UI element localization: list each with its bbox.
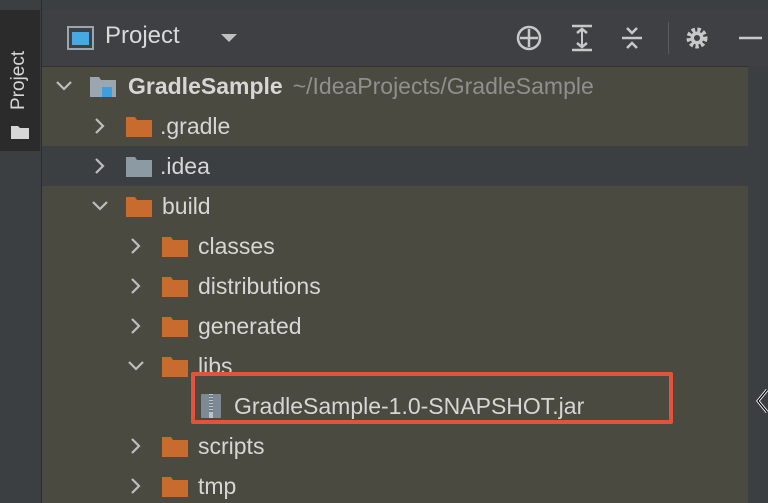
folder-icon <box>162 437 188 457</box>
tree-row-tmp[interactable]: tmp <box>42 466 748 503</box>
settings-button[interactable] <box>682 23 712 53</box>
tree-item-label: .idea <box>160 153 210 179</box>
highlight-annotation <box>191 372 673 424</box>
view-selector[interactable]: Project <box>105 22 180 50</box>
chevron-down-icon[interactable] <box>54 76 74 96</box>
folder-icon <box>11 126 29 139</box>
chevron-down-icon[interactable] <box>126 356 146 376</box>
tree-row-classes[interactable]: classes <box>42 226 748 266</box>
folder-icon <box>162 277 188 297</box>
chevron-right-icon[interactable] <box>90 156 110 176</box>
root-label: GradleSample <box>128 73 283 99</box>
folder-icon <box>162 477 188 497</box>
project-tool-label: Project <box>8 50 29 110</box>
chevron-right-icon[interactable] <box>126 316 146 336</box>
chevron-right-icon[interactable] <box>126 236 146 256</box>
hide-button[interactable] <box>734 23 764 53</box>
tool-window-stripe: Project <box>0 0 42 503</box>
tree-item-label: .gradle <box>160 113 231 139</box>
chevron-down-icon[interactable] <box>220 32 238 44</box>
tree-row-gradle[interactable]: .gradle <box>42 106 748 146</box>
tree-item-label: generated <box>198 313 302 339</box>
folder-icon <box>162 237 188 257</box>
folder-icon <box>126 157 152 177</box>
tree-row-build[interactable]: build <box>42 186 748 226</box>
tree-row-scripts[interactable]: scripts <box>42 426 748 466</box>
chevron-right-icon[interactable] <box>126 276 146 296</box>
expand-all-button[interactable] <box>567 23 597 53</box>
tree-row-generated[interactable]: generated <box>42 306 748 346</box>
chevron-right-icon[interactable] <box>90 116 110 136</box>
project-view-icon <box>67 26 94 50</box>
folder-icon <box>126 117 152 137</box>
vertical-scrollbar[interactable] <box>748 66 768 503</box>
toolbar-divider <box>668 22 669 54</box>
folder-icon <box>126 197 152 217</box>
module-folder-icon <box>90 77 116 97</box>
tree-item-label: scripts <box>198 433 265 459</box>
tree-row-root[interactable]: GradleSample ~/IdeaProjects/GradleSample <box>42 66 748 106</box>
chevron-right-icon[interactable] <box>126 436 146 456</box>
chevron-down-icon[interactable] <box>90 196 110 216</box>
tree-item-label: classes <box>198 233 275 259</box>
project-panel: Project GradleSample ~/IdeaProjects/Grad… <box>42 0 768 503</box>
folder-icon <box>162 317 188 337</box>
tree-row-idea[interactable]: .idea <box>42 146 748 186</box>
tree-row-distributions[interactable]: distributions <box>42 266 748 306</box>
expand-all-icon <box>572 24 592 52</box>
chevron-right-icon[interactable] <box>126 476 146 496</box>
tree-item-label: distributions <box>198 273 321 299</box>
folder-icon <box>162 357 188 377</box>
root-path: ~/IdeaProjects/GradleSample <box>292 73 594 99</box>
ide-window: Project Project GradleSample ~/IdeaProje… <box>0 0 768 503</box>
locate-button[interactable] <box>514 23 544 53</box>
gear-icon <box>686 27 708 49</box>
collapse-all-button[interactable] <box>617 23 647 53</box>
project-tool-tab[interactable]: Project <box>0 10 40 151</box>
collapse-all-icon <box>622 27 642 49</box>
tree-item-label: tmp <box>198 473 237 499</box>
tree-item-label: build <box>162 193 211 219</box>
resize-cursor-icon <box>756 389 768 413</box>
minimize-icon <box>739 36 762 40</box>
crosshair-icon <box>516 25 542 51</box>
panel-header: Project <box>42 10 768 67</box>
project-tree: GradleSample ~/IdeaProjects/GradleSample … <box>42 66 748 503</box>
